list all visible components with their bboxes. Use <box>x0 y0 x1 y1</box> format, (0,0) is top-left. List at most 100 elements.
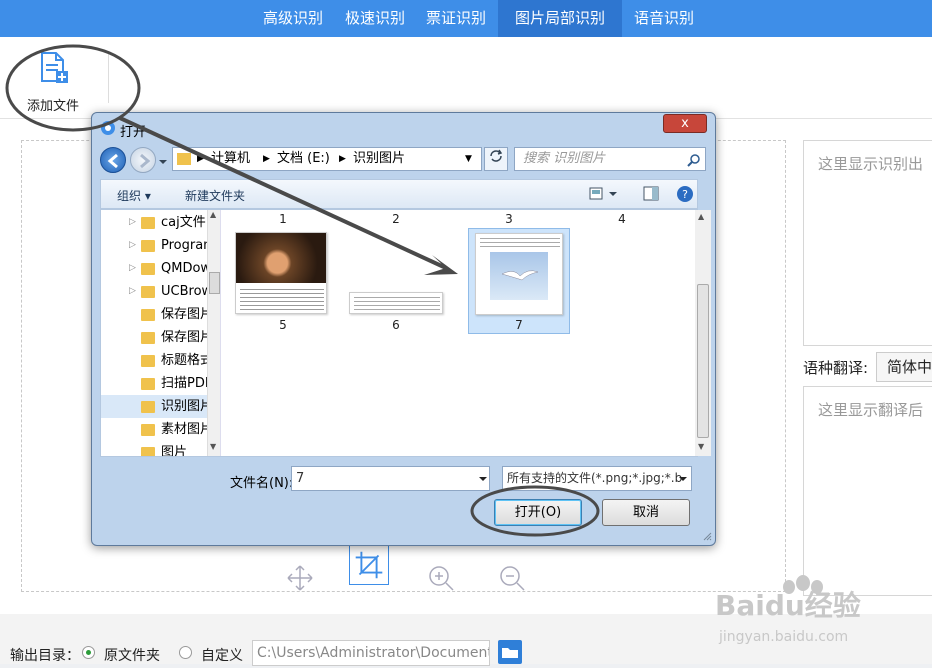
tab-ticket-ocr[interactable]: 票证识别 <box>414 0 498 37</box>
translate-language-select[interactable]: 简体中 <box>876 352 932 382</box>
filename-dropdown-icon[interactable] <box>478 474 488 484</box>
tab-fast-ocr[interactable]: 极速识别 <box>336 0 414 37</box>
folder-item[interactable]: 图片 <box>101 441 209 456</box>
browse-folder-button[interactable] <box>498 640 522 664</box>
expand-icon[interactable]: ▷ <box>129 257 136 280</box>
photo-image <box>236 233 326 283</box>
radio-custom-folder[interactable] <box>179 646 192 659</box>
file-thumbnail <box>475 233 563 315</box>
file-thumbnail[interactable] <box>349 292 443 314</box>
text-lines-image <box>480 238 560 250</box>
scroll-down-icon[interactable]: ▼ <box>210 442 216 451</box>
filename-input[interactable]: 7 <box>291 466 490 491</box>
tab-partial-image-ocr[interactable]: 图片局部识别 <box>498 0 622 37</box>
dialog-close-button[interactable]: x <box>663 114 707 133</box>
breadcrumb-computer[interactable]: 计算机 <box>211 148 250 170</box>
output-path-input[interactable]: C:\Users\Administrator\Documents <box>252 640 490 666</box>
scroll-thumb[interactable] <box>697 284 709 438</box>
folder-icon <box>141 263 155 275</box>
organize-menu[interactable]: 组织 ▾ <box>117 187 151 204</box>
back-arrow-icon <box>107 153 118 169</box>
file-name[interactable]: 3 <box>499 212 519 226</box>
preview-pane-icon[interactable] <box>643 186 659 202</box>
folder-item-selected[interactable]: 识别图片 <box>101 395 209 418</box>
cancel-button[interactable]: 取消 <box>602 499 690 526</box>
folder-item[interactable]: ▷ UCBrow <box>101 280 209 303</box>
zoom-out-icon[interactable] <box>497 563 527 593</box>
file-name[interactable]: 1 <box>273 212 293 226</box>
crop-icon[interactable] <box>349 545 389 585</box>
folder-item[interactable]: 保存图片 <box>101 326 209 349</box>
filename-label: 文件名(N): <box>230 476 294 491</box>
breadcrumb-current-folder[interactable]: 识别图片 <box>353 148 405 170</box>
folder-item[interactable]: 素材图片 <box>101 418 209 441</box>
breadcrumb-separator-icon: ▶ <box>197 154 204 164</box>
file-name[interactable]: 6 <box>386 318 406 332</box>
dialog-command-bar: 组织 ▾ 新建文件夹 ? <box>100 179 698 209</box>
resize-grip-icon[interactable] <box>702 531 712 541</box>
watermark-url: jingyan.baidu.com <box>718 629 848 645</box>
zoom-in-icon[interactable] <box>426 563 456 593</box>
expand-icon[interactable]: ▷ <box>129 211 136 234</box>
dialog-app-icon <box>101 121 115 135</box>
folder-item[interactable]: 保存图片 <box>101 303 209 326</box>
folder-item[interactable]: ▷ QMDow <box>101 257 209 280</box>
tab-advanced-ocr[interactable]: 高级识别 <box>250 0 336 37</box>
search-icon[interactable] <box>687 153 701 167</box>
scroll-down-icon[interactable]: ▼ <box>698 442 704 451</box>
scroll-thumb[interactable] <box>209 272 220 294</box>
original-folder-label: 原文件夹 <box>104 648 160 664</box>
help-icon[interactable]: ? <box>676 185 694 203</box>
breadcrumb-drive[interactable]: 文档 (E:) <box>277 148 330 170</box>
new-folder-button[interactable]: 新建文件夹 <box>185 187 245 204</box>
file-name[interactable]: 4 <box>612 212 632 226</box>
ocr-result-box[interactable]: 这里显示识别出 <box>803 140 932 346</box>
expand-icon[interactable]: ▷ <box>129 280 136 303</box>
toolbar: 添加文件 <box>0 37 932 119</box>
open-file-dialog: 打开 x ▶ 计算机 ▶ 文档 (E:) ▶ 识别图片 ▼ 搜索 识别图片 组织… <box>91 112 716 546</box>
watermark-brand: Baidu经验 <box>715 589 861 622</box>
expand-icon[interactable]: ▷ <box>129 234 136 257</box>
file-name[interactable]: 2 <box>386 212 406 226</box>
text-lines-image <box>354 297 440 311</box>
view-options-icon[interactable] <box>589 186 619 202</box>
folder-item[interactable]: 扫描PDF <box>101 372 209 395</box>
search-input[interactable]: 搜索 识别图片 <box>514 147 706 171</box>
move-icon[interactable] <box>285 563 315 593</box>
folder-icon <box>141 355 155 367</box>
refresh-button[interactable] <box>484 147 508 171</box>
folder-icon <box>141 217 155 229</box>
back-button[interactable] <box>100 147 126 173</box>
custom-folder-label: 自定义 <box>201 648 243 664</box>
folder-icon <box>502 648 518 658</box>
refresh-icon <box>490 149 503 162</box>
file-type-filter-select[interactable]: 所有支持的文件(*.png;*.jpg;*.b <box>502 466 692 491</box>
tab-voice-ocr[interactable]: 语音识别 <box>622 0 706 37</box>
folder-item[interactable]: ▷Program <box>101 234 209 257</box>
address-dropdown-icon[interactable]: ▼ <box>465 148 472 170</box>
add-file-button[interactable]: 添加文件 <box>12 45 94 114</box>
radio-original-folder[interactable] <box>82 646 95 659</box>
file-thumbnail[interactable] <box>235 232 327 314</box>
folder-item[interactable]: 标题格式 <box>101 349 209 372</box>
file-name[interactable]: 5 <box>273 318 293 332</box>
open-button[interactable]: 打开(O) <box>494 499 582 526</box>
folder-item[interactable]: ▷ caj文件 <box>101 211 209 234</box>
scroll-up-icon[interactable]: ▲ <box>210 210 216 219</box>
address-path-input[interactable]: ▶ 计算机 ▶ 文档 (E:) ▶ 识别图片 ▼ <box>172 147 482 171</box>
folder-tree: ▷caj文件 ▷Program ▷QMDow ▷UCBrow 保存图片 保存图片… <box>101 210 221 456</box>
file-name-selected[interactable]: 7 <box>509 318 529 332</box>
file-list-scrollbar[interactable]: ▲ ▼ <box>695 210 711 456</box>
folder-icon <box>141 240 155 252</box>
forward-arrow-icon <box>140 153 151 169</box>
breadcrumb-separator-icon: ▶ <box>263 154 270 164</box>
add-file-icon <box>41 52 68 83</box>
folder-icon <box>141 424 155 436</box>
history-dropdown-icon[interactable] <box>158 157 168 167</box>
top-nav: 高级识别 极速识别 票证识别 图片局部识别 语音识别 <box>0 0 932 37</box>
scroll-up-icon[interactable]: ▲ <box>698 212 704 221</box>
forward-button[interactable] <box>130 147 156 173</box>
filter-dropdown-icon[interactable] <box>678 474 688 484</box>
folder-icon <box>141 286 155 298</box>
folder-tree-scrollbar[interactable]: ▲ ▼ <box>207 210 220 456</box>
